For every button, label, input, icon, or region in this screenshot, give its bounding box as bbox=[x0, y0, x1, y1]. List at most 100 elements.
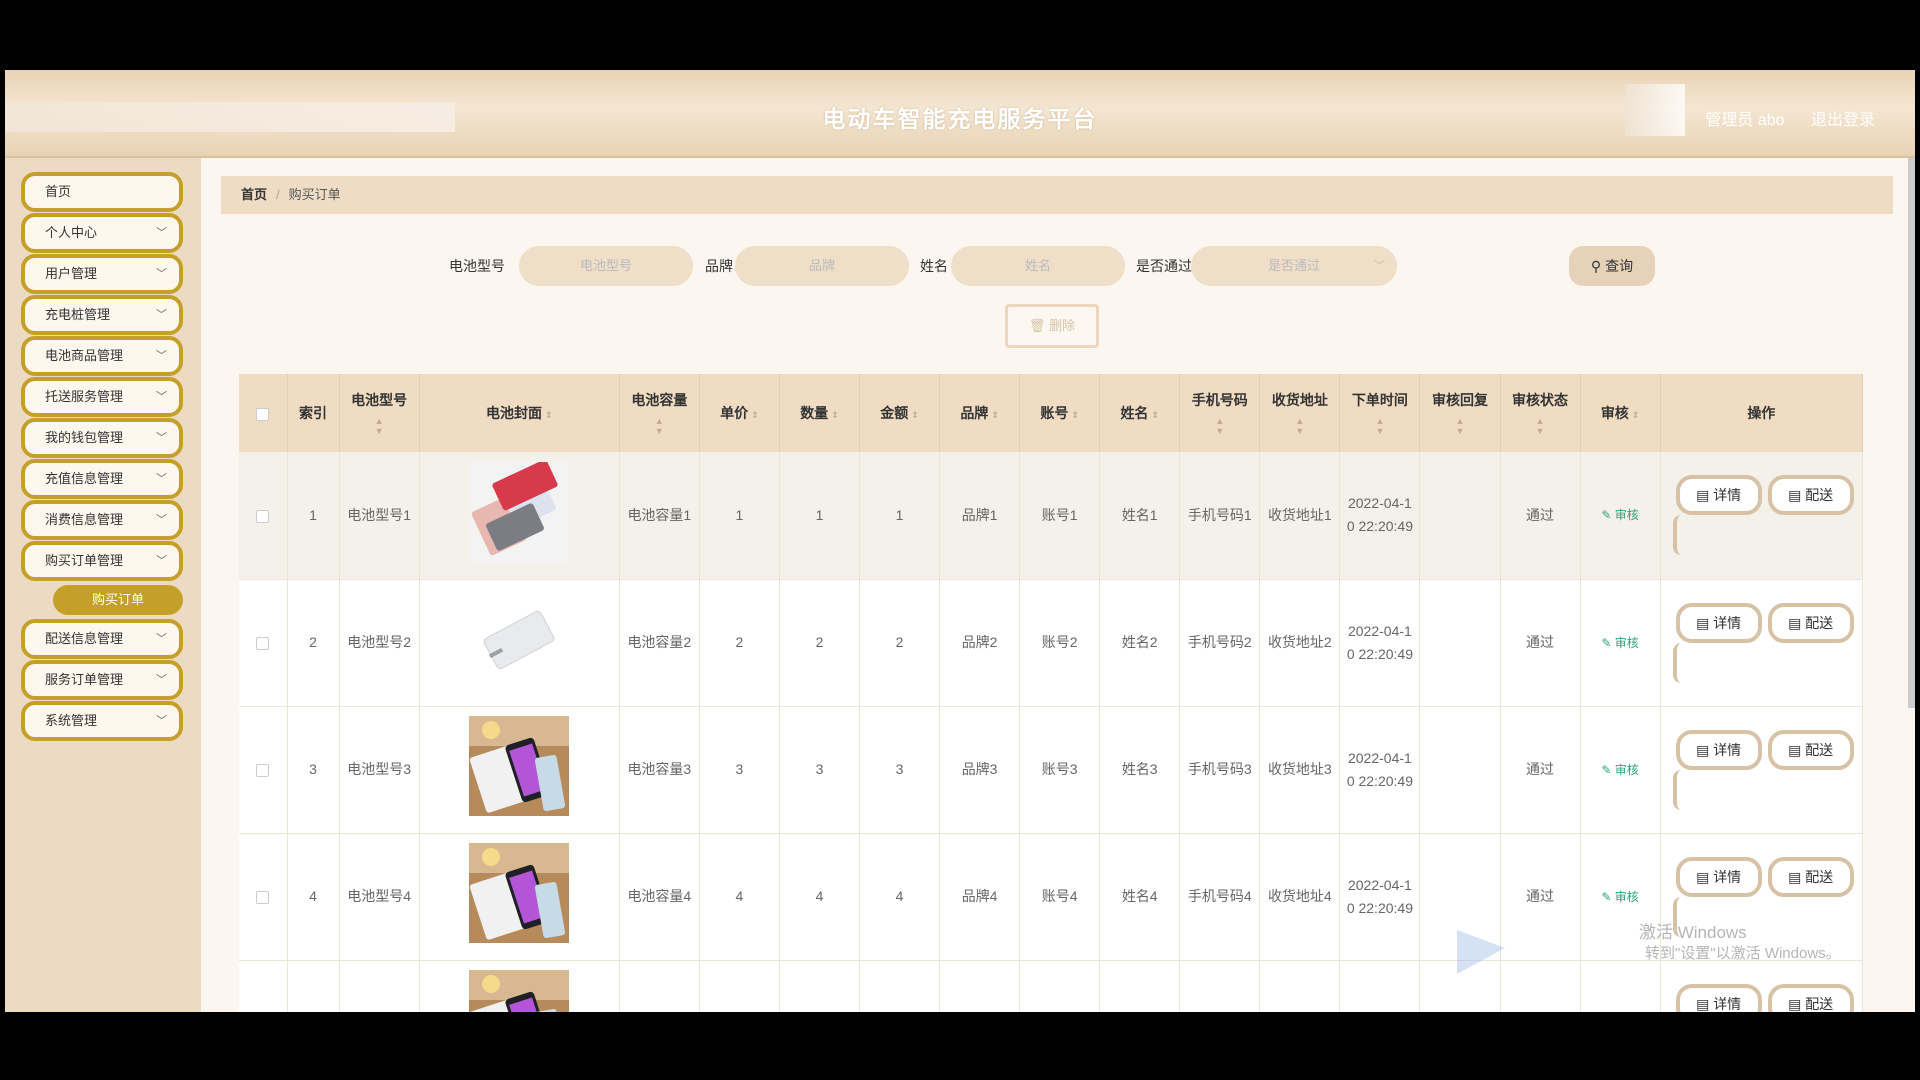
column-header: 操作 bbox=[1660, 374, 1864, 452]
document-icon: ▤ bbox=[1788, 487, 1802, 504]
audit-link[interactable]: ✎ 审核 bbox=[1601, 890, 1638, 904]
chevron-down-icon: ﹀ bbox=[156, 715, 167, 727]
column-header[interactable]: 电池封面 ⇕ bbox=[419, 374, 620, 452]
table-row: 3 电池型号3 电池容量3 3 3 3 品牌3 账号3 姓名3 手机号码3 收货地址3 2022-04… bbox=[239, 706, 1864, 834]
column-header[interactable]: 电池容量 ▲ ▼ bbox=[619, 374, 700, 452]
column-header[interactable]: 手机号码 ▲ ▼ bbox=[1179, 374, 1261, 452]
phone-cell: 手机号码2 bbox=[1179, 579, 1261, 707]
sidebar-item-home[interactable]: 首页 bbox=[21, 172, 183, 212]
battery-model-input[interactable]: 电池型号 bbox=[519, 246, 693, 286]
column-header[interactable]: 收货地址 ▲ ▼ bbox=[1259, 374, 1341, 452]
audit-cell: ✎ 审核 bbox=[1580, 452, 1661, 580]
column-header[interactable]: 单价 ⇕ bbox=[699, 374, 780, 452]
sort-icon[interactable]: ▲ ▼ bbox=[1180, 416, 1259, 436]
sort-icon[interactable]: ⇕ bbox=[545, 410, 553, 420]
submenu-purchase-order[interactable]: 购买订单 bbox=[53, 585, 183, 615]
brand-input[interactable]: 品牌 bbox=[735, 246, 909, 286]
sidebar-item-user-management[interactable]: 用户管理 ﹀ bbox=[21, 254, 183, 294]
breadcrumb-home[interactable]: 首页 bbox=[241, 187, 267, 202]
passed-select[interactable]: 是否通过 ﹀ bbox=[1191, 246, 1397, 286]
select-all-checkbox[interactable] bbox=[256, 407, 270, 421]
address-cell-value: 收货地址4 bbox=[1267, 888, 1332, 904]
sort-icon[interactable]: ⇕ bbox=[911, 410, 919, 420]
cover-cell bbox=[419, 579, 620, 707]
audit-link[interactable]: ✎ 审核 bbox=[1601, 763, 1638, 777]
sort-icon[interactable]: ▲ ▼ bbox=[340, 416, 419, 436]
status-cell-value: 通过 bbox=[1526, 634, 1555, 650]
detail-button[interactable]: ▤ 详情 bbox=[1675, 729, 1762, 770]
sort-icon[interactable]: ▲ ▼ bbox=[1501, 416, 1580, 436]
top-header: 电动车智能充电服务平台 管理员 abo 退出登录 bbox=[5, 70, 1915, 158]
query-button[interactable]: ⚲ 查询 bbox=[1569, 246, 1655, 286]
deliver-button[interactable]: ▤ 配送 bbox=[1767, 602, 1854, 643]
sidebar-item-wallet[interactable]: 我的钱包管理 ﹀ bbox=[21, 418, 183, 458]
column-header[interactable]: 品牌 ⇕ bbox=[939, 374, 1021, 452]
sidebar-item-charging-pile[interactable]: 充电桩管理 ﹀ bbox=[21, 295, 183, 335]
sort-icon[interactable]: ⇕ bbox=[831, 410, 839, 420]
sort-icon[interactable]: ⇕ bbox=[751, 410, 759, 420]
column-header-label: 金额 bbox=[880, 405, 909, 421]
chevron-down-icon: ﹀ bbox=[156, 514, 167, 526]
detail-button[interactable]: ▤ 详情 bbox=[1675, 602, 1762, 643]
sidebar-item-purchase-orders[interactable]: 购买订单管理 ﹀ bbox=[21, 541, 183, 581]
brand-cell-value: 品牌1 bbox=[961, 506, 998, 523]
price-cell-value: 2 bbox=[735, 634, 744, 650]
vertical-scrollbar[interactable] bbox=[1908, 158, 1915, 708]
quantity-cell: 1 bbox=[779, 452, 861, 580]
table-header-row: 索引 电池型号 ▲ ▼ 电池封面 ⇕ 电池容量 ▲ ▼ 单价 ⇕ 数量 ⇕ 金额 ⇕ 品牌 ⇕ 账… bbox=[239, 374, 1864, 452]
deliver-button[interactable]: ▤ 配送 bbox=[1767, 475, 1854, 516]
row-checkbox[interactable] bbox=[256, 509, 270, 523]
column-header[interactable]: 电池型号 ▲ ▼ bbox=[339, 374, 420, 452]
audit-link[interactable]: ✎ 审核 bbox=[1601, 636, 1638, 650]
column-header[interactable]: 账号 ⇕ bbox=[1019, 374, 1101, 452]
column-header[interactable]: 审核回复 ▲ ▼ bbox=[1419, 374, 1501, 452]
name-cell-value: 姓名3 bbox=[1121, 761, 1158, 777]
row-select-cell bbox=[239, 579, 288, 707]
column-header[interactable]: 数量 ⇕ bbox=[779, 374, 861, 452]
row-checkbox[interactable] bbox=[256, 890, 270, 904]
column-header[interactable]: 金额 ⇕ bbox=[859, 374, 941, 452]
sort-icon[interactable]: ▲ ▼ bbox=[1420, 416, 1499, 436]
sort-icon[interactable]: ▲ ▼ bbox=[620, 416, 699, 436]
sort-icon[interactable]: ▲ ▼ bbox=[1340, 416, 1419, 436]
name-input[interactable]: 姓名 bbox=[951, 246, 1125, 286]
column-header[interactable]: 审核状态 ▲ ▼ bbox=[1500, 374, 1581, 452]
sidebar-item-towing-service[interactable]: 托送服务管理 ﹀ bbox=[21, 377, 183, 417]
sort-icon[interactable]: ⇕ bbox=[1151, 410, 1159, 420]
deliver-button-label: 配送 bbox=[1805, 741, 1834, 758]
sidebar-item-delivery-info[interactable]: 配送信息管理 ﹀ bbox=[21, 619, 183, 659]
document-icon: ▤ bbox=[1696, 614, 1710, 631]
sidebar-item-service-orders[interactable]: 服务订单管理 ﹀ bbox=[21, 660, 183, 700]
column-header[interactable]: 下单时间 ▲ ▼ bbox=[1339, 374, 1421, 452]
name-cell: 姓名1 bbox=[1099, 452, 1181, 580]
sort-icon[interactable]: ⇕ bbox=[991, 410, 999, 420]
column-header[interactable]: 审核 ⇕ bbox=[1580, 374, 1661, 452]
cover-cell bbox=[419, 452, 620, 580]
delete-button[interactable]: 🗑 删除 bbox=[1005, 304, 1099, 348]
audit-link[interactable]: ✎ 审核 bbox=[1601, 508, 1638, 522]
cover-cell bbox=[419, 960, 620, 1012]
row-checkbox[interactable] bbox=[256, 763, 270, 777]
sidebar-item-recharge-info[interactable]: 充值信息管理 ﹀ bbox=[21, 459, 183, 499]
logout-link[interactable]: 退出登录 bbox=[1811, 112, 1875, 129]
row-checkbox[interactable] bbox=[256, 636, 270, 650]
overflow-button-edge[interactable] bbox=[1672, 642, 1681, 683]
column-header[interactable]: 姓名 ⇕ bbox=[1099, 374, 1181, 452]
sidebar-item-label: 电池商品管理 bbox=[45, 348, 124, 363]
sort-icon[interactable]: ⇕ bbox=[1071, 410, 1079, 420]
index-cell-value: 4 bbox=[309, 888, 317, 904]
detail-button[interactable]: ▤ 详情 bbox=[1675, 475, 1762, 516]
detail-button[interactable]: ▤ 详情 bbox=[1675, 856, 1762, 897]
deliver-button[interactable]: ▤ 配送 bbox=[1767, 856, 1854, 897]
overflow-button-edge[interactable] bbox=[1672, 515, 1681, 556]
sort-icon[interactable]: ▲ ▼ bbox=[1260, 416, 1339, 436]
overflow-button-edge[interactable] bbox=[1672, 769, 1681, 810]
sidebar-item-battery-products[interactable]: 电池商品管理 ﹀ bbox=[21, 336, 183, 376]
sort-icon[interactable]: ⇕ bbox=[1632, 410, 1640, 420]
column-header-label: 数量 bbox=[800, 405, 829, 421]
deliver-button[interactable]: ▤ 配送 bbox=[1767, 729, 1854, 770]
brand-cell: 品牌1 bbox=[939, 452, 1021, 580]
sidebar-item-consumption-info[interactable]: 消费信息管理 ﹀ bbox=[21, 500, 183, 540]
sidebar-item-personal-center[interactable]: 个人中心 ﹀ bbox=[21, 213, 183, 253]
sidebar-item-system[interactable]: 系统管理 ﹀ bbox=[21, 701, 183, 741]
